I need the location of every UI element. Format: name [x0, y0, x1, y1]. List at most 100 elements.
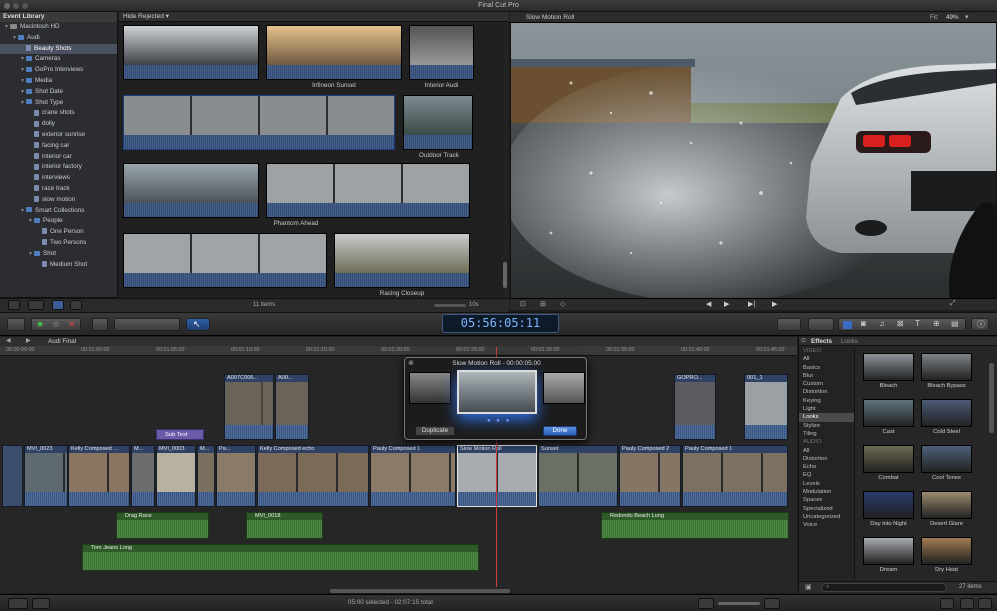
browser-clip[interactable] [123, 163, 259, 218]
timeline-clip[interactable] [2, 445, 23, 507]
connected-clip[interactable]: 001_1 [744, 374, 788, 440]
timeline-zoom-slider[interactable] [718, 602, 760, 605]
effects-category-item[interactable]: Custom [799, 380, 854, 388]
list-icon[interactable] [32, 598, 50, 609]
effects-category-item[interactable]: Levels [799, 480, 854, 488]
library-item[interactable]: ▼ Smart Collections [0, 206, 117, 217]
select-tool-icon[interactable]: ↖ [186, 318, 210, 331]
audio-clip[interactable]: MVI_0018 [246, 512, 323, 539]
library-item[interactable]: One Person [0, 227, 117, 238]
library-item[interactable]: ▼ Macintosh HD [0, 22, 117, 33]
timeline-clip[interactable]: MVI_0003 [156, 445, 196, 507]
zoom-window-button[interactable] [22, 3, 28, 9]
effects-category-item[interactable]: Stylize [799, 422, 854, 430]
effects-category-item[interactable]: Echo [799, 463, 854, 471]
photo-browser-icon[interactable]: ◙ [861, 319, 866, 328]
browser-clip[interactable] [123, 233, 327, 288]
timeline-clip[interactable]: Pa... [216, 445, 256, 507]
action-gear-icon[interactable] [28, 300, 44, 310]
effects-category-item[interactable]: Basics [799, 364, 854, 372]
effect-item[interactable]: Cold Steel [921, 399, 972, 435]
library-item[interactable]: ▼ Shot Date [0, 87, 117, 98]
library-item[interactable]: race track [0, 184, 117, 195]
effect-item[interactable]: Dry Heat [921, 537, 972, 573]
distort-icon[interactable]: ◇ [560, 300, 565, 308]
effect-item[interactable]: Day into Night [863, 491, 914, 527]
effects-category-item[interactable]: Distortion [799, 388, 854, 396]
library-item[interactable]: dolly [0, 119, 117, 130]
library-item[interactable]: ▼ Shot Type [0, 98, 117, 109]
library-item[interactable]: ▼ GoPro Interviews [0, 65, 117, 76]
effects-category-item[interactable]: Blur [799, 372, 854, 380]
viewer-video-frame[interactable] [511, 23, 996, 308]
browser-clip[interactable] [334, 233, 470, 288]
filmstrip-view-icon[interactable] [52, 300, 64, 310]
browser-clip[interactable] [123, 95, 395, 150]
connected-clip[interactable]: A007C006... [224, 374, 274, 440]
duplicate-button[interactable]: Duplicate [415, 426, 455, 436]
effects-category-item[interactable]: Tiling [799, 430, 854, 438]
tab-looks[interactable]: Looks [841, 338, 858, 345]
audition-thumbnail[interactable] [543, 372, 585, 404]
effects-category-item[interactable]: Spaces [799, 496, 854, 504]
effects-sidebar-toggle-icon[interactable]: ▣ [805, 583, 812, 591]
browser-clip[interactable] [266, 163, 470, 218]
timeline-clip[interactable]: Sunset [538, 445, 618, 507]
library-item[interactable]: interviews [0, 173, 117, 184]
browser-clip[interactable] [409, 25, 474, 80]
effect-item[interactable]: Bleach Bypass [921, 353, 972, 389]
clip-appearance-icon[interactable] [940, 598, 954, 609]
timeline-clip[interactable]: MVI_0023 [24, 445, 68, 507]
library-item[interactable]: exterior sunrise [0, 130, 117, 141]
effects-category-item[interactable]: Keying [799, 397, 854, 405]
library-item[interactable]: Medium Shot [0, 260, 117, 271]
zoom-in-icon[interactable] [764, 598, 780, 609]
audition-pagination-dots[interactable]: ● ● ● [487, 418, 511, 424]
clip-zoom-slider[interactable] [434, 304, 466, 307]
effects-category-item[interactable]: Distortion [799, 455, 854, 463]
fit-zoom-value[interactable]: 49% [946, 14, 959, 21]
library-item[interactable]: ▼ Shot [0, 249, 117, 260]
music-browser-icon[interactable]: ♫ [879, 319, 885, 328]
effects-category-item[interactable]: Specialized [799, 505, 854, 513]
unrate-star-icon[interactable]: ☆ [52, 319, 60, 330]
minimize-window-button[interactable] [13, 3, 19, 9]
tab-effects[interactable]: Effects [811, 338, 832, 345]
play-icon[interactable]: ▶ [724, 300, 729, 308]
library-item[interactable]: crane shots [0, 108, 117, 119]
effects-category-item[interactable]: Modulation [799, 488, 854, 496]
effects-category-item[interactable]: All [799, 447, 854, 455]
timeline-clip[interactable]: Kelly Composed echo [257, 445, 369, 507]
timeline-clip[interactable]: Pauly Composed 1 [370, 445, 456, 507]
timecode-display[interactable]: 05:56:05:11 [442, 314, 559, 333]
library-item[interactable]: ▼ Media [0, 76, 117, 87]
timeline-clip[interactable]: M... [197, 445, 215, 507]
back-arrow-icon[interactable]: ◀ [6, 337, 11, 346]
library-item[interactable]: Beauty Shots [0, 43, 117, 55]
timeline-scrollbar[interactable] [330, 589, 510, 593]
reject-x-icon[interactable]: ✕ [68, 319, 76, 330]
effects-category-item[interactable]: All [799, 355, 854, 363]
rating-buttons[interactable]: ★ ☆ ✕ [31, 318, 81, 331]
audio-clip[interactable]: Tom Jeans Long [82, 544, 479, 571]
titles-browser-icon[interactable]: T [915, 319, 920, 328]
library-item[interactable]: interior factory [0, 162, 117, 173]
fullscreen-icon[interactable]: ⤢ [950, 300, 956, 308]
keyword-key-icon[interactable] [92, 318, 108, 331]
connected-clip[interactable]: GOPRO... [674, 374, 716, 440]
audio-skimming-icon[interactable] [960, 598, 974, 609]
timeline-clip[interactable]: Pauly Composed 2 [619, 445, 681, 507]
timeline-clip[interactable]: M... [131, 445, 155, 507]
timeline-clip[interactable]: Slow Motion Roll [457, 445, 537, 507]
browser-scrollbar[interactable] [502, 22, 508, 296]
browser-clip[interactable] [403, 95, 473, 150]
effects-category-item[interactable]: Looks [799, 413, 854, 422]
effect-item[interactable]: Bleach [863, 353, 914, 389]
library-item[interactable]: slow motion [0, 195, 117, 206]
browser-clip[interactable] [266, 25, 402, 80]
timeline-index-icon[interactable] [8, 598, 28, 609]
next-frame-icon[interactable]: ▶ [772, 300, 777, 308]
audio-clip[interactable]: Drag Race [116, 512, 209, 539]
effects-category-item[interactable]: Voice [799, 521, 854, 529]
library-item[interactable]: ▼ People [0, 216, 117, 227]
